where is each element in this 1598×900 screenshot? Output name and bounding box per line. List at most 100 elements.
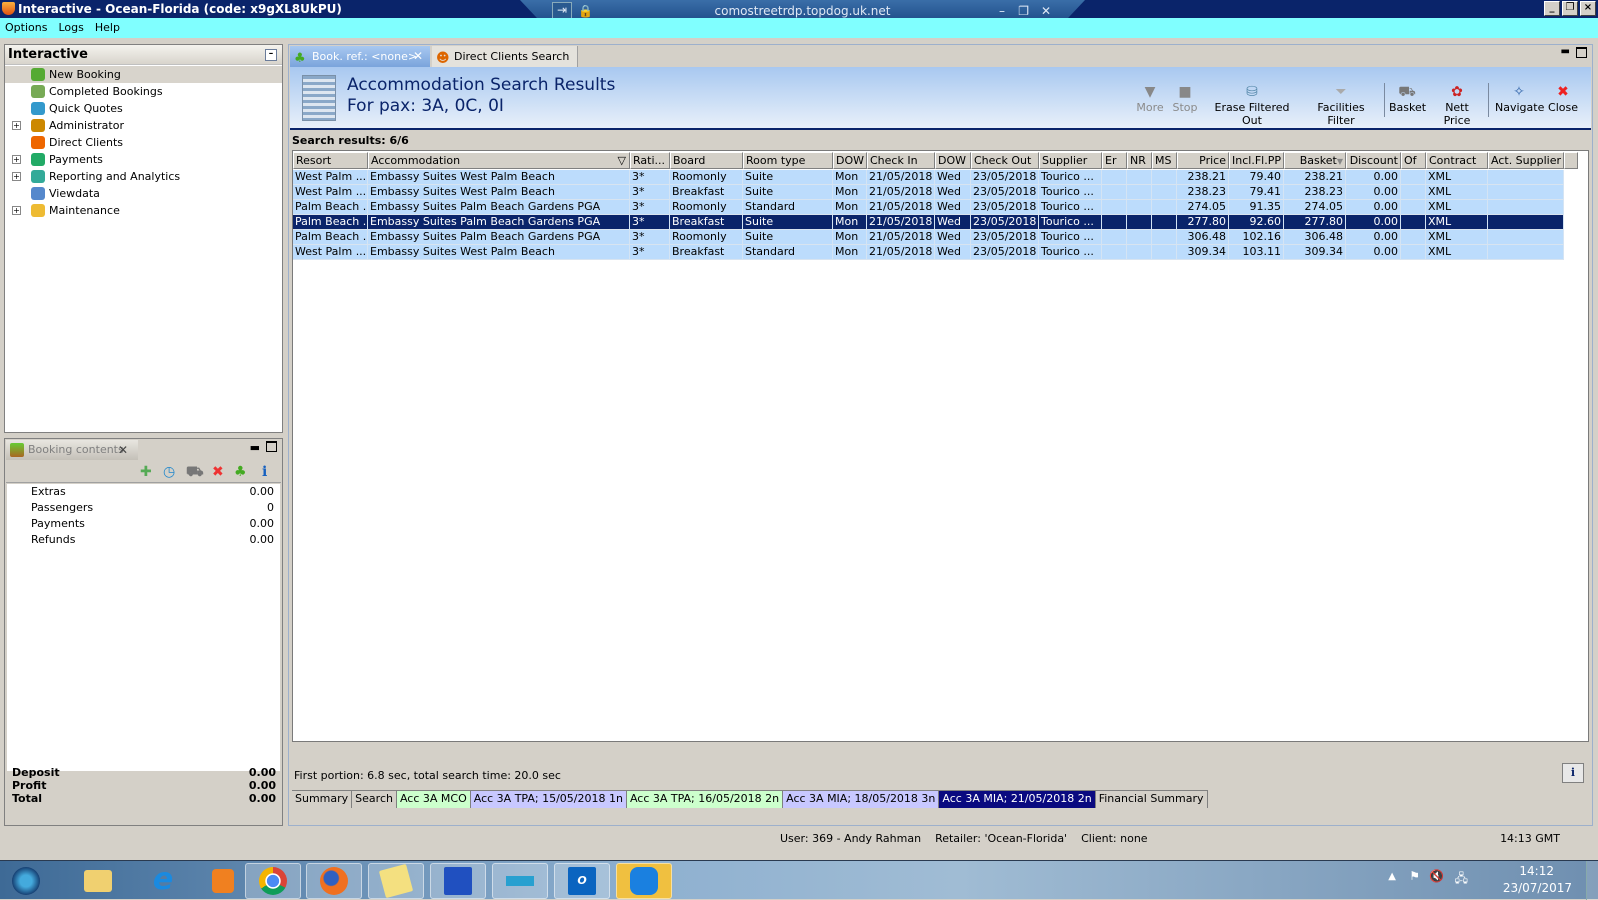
tab-direct-clients-search[interactable]: ☻ Direct Clients Search [432, 46, 578, 67]
close-window-button[interactable]: × [1580, 1, 1596, 16]
network-icon[interactable]: 🖧 [1455, 869, 1468, 890]
column-header-contract[interactable]: Contract [1426, 152, 1488, 169]
restore-button[interactable]: ❐ [1562, 1, 1578, 16]
tray-date[interactable]: 23/07/2017 [1503, 881, 1572, 895]
column-header-board[interactable]: Board [670, 152, 743, 169]
column-header-basket[interactable]: Basket▼ [1284, 152, 1346, 169]
basket-forward-icon[interactable]: ⛟ [186, 464, 204, 482]
column-header-check-in[interactable]: Check In [867, 152, 935, 169]
pin-icon[interactable]: ⇥ [552, 2, 572, 19]
menu-help[interactable]: Help [95, 21, 120, 34]
close-tab-icon[interactable]: ✕ [413, 46, 423, 67]
column-header-resort[interactable]: Resort [293, 152, 368, 169]
booking-contents-tab[interactable]: Booking contents ✕ [6, 440, 138, 460]
minimize-icon[interactable]: ▬ [1561, 46, 1570, 57]
outlook-taskbar-icon[interactable]: O [554, 863, 610, 899]
firefox-taskbar-icon[interactable] [306, 863, 362, 899]
tray-time[interactable]: 14:12 [1519, 864, 1554, 878]
maximize-icon[interactable] [1576, 47, 1587, 58]
nav-item-reporting-and-analytics[interactable]: + Reporting and Analytics [5, 168, 282, 185]
bottom-tab-acc-3a-mco[interactable]: Acc 3A MCO [396, 791, 471, 808]
column-header-accommodation[interactable]: Accommodation ▽ [368, 152, 630, 169]
column-header-price[interactable]: Price [1177, 152, 1229, 169]
column-header-incl-fl-pp[interactable]: Incl.Fl.PP [1229, 152, 1284, 169]
table-row[interactable]: West Palm ... Embassy Suites West Palm Be… [293, 185, 1564, 200]
nav-item-direct-clients[interactable]: Direct Clients [5, 134, 282, 151]
column-header-ms[interactable]: MS [1152, 152, 1177, 169]
nav-item-payments[interactable]: + Payments [5, 151, 282, 168]
explorer-taskbar-icon[interactable] [70, 863, 126, 899]
column-header-er[interactable]: Er [1102, 152, 1127, 169]
table-cell: Wed [935, 170, 971, 185]
info-button[interactable]: i [1562, 763, 1584, 783]
bottom-tab-acc-3a-tpa-15-05-2018-1n[interactable]: Acc 3A TPA; 15/05/2018 1n [470, 791, 627, 808]
table-row[interactable]: Palm Beach ... Embassy Suites Palm Beach … [293, 215, 1564, 230]
expand-icon[interactable]: + [12, 206, 21, 215]
column-header-supplier[interactable]: Supplier [1039, 152, 1102, 169]
expand-icon[interactable]: + [12, 121, 21, 130]
menu-options[interactable]: Options [5, 21, 47, 34]
start-button[interactable] [2, 863, 50, 899]
column-header-room-type[interactable]: Room type [743, 152, 833, 169]
table-cell: Standard [743, 245, 833, 260]
action-center-flag-icon[interactable]: ⚑ [1409, 869, 1420, 883]
menu-logs[interactable]: Logs [58, 21, 83, 34]
column-header-nr[interactable]: NR [1127, 152, 1152, 169]
info-icon[interactable]: i [262, 464, 267, 480]
add-icon[interactable]: ✚ [140, 464, 152, 480]
toolbar-basket-button[interactable]: ⛟ Basket [1389, 83, 1426, 114]
tab-booking-ref[interactable]: ♣ Book. ref.: <none> ✕ [290, 46, 430, 67]
table-row[interactable]: Palm Beach ... Embassy Suites Palm Beach … [293, 200, 1564, 215]
sticky-notes-taskbar-icon[interactable] [368, 863, 424, 899]
nav-item-completed-bookings[interactable]: Completed Bookings [5, 83, 282, 100]
column-header-discount[interactable]: Discount [1346, 152, 1401, 169]
show-hidden-icons[interactable]: ▲ [1388, 871, 1396, 882]
column-header-check-out[interactable]: Check Out [971, 152, 1039, 169]
close-tab-icon[interactable]: ✕ [118, 440, 128, 460]
toolbar-close-button[interactable]: ✖ Close [1548, 83, 1578, 114]
volume-muted-icon[interactable]: 🔇 [1429, 869, 1444, 883]
app-layers-taskbar-icon[interactable] [492, 863, 548, 899]
toolbar-nett-price-button[interactable]: ✿ Nett Price [1431, 83, 1483, 127]
bottom-tab-acc-3a-tpa-16-05-2018-2n[interactable]: Acc 3A TPA; 16/05/2018 2n [626, 791, 784, 808]
bottom-tab-acc-3a-mia-18-05-2018-3n[interactable]: Acc 3A MIA; 18/05/2018 3n [783, 791, 940, 808]
bottom-tab-financial-summary[interactable]: Financial Summary [1095, 791, 1208, 808]
toolbar-facilities-filter-button[interactable]: ⏷ Facilities Filter [1305, 83, 1377, 127]
nav-item-administrator[interactable]: + Administrator [5, 117, 282, 134]
bottom-tab-acc-3a-mia-21-05-2018-2n[interactable]: Acc 3A MIA; 21/05/2018 2n [939, 791, 1096, 808]
clock-refresh-icon[interactable]: ◷ [163, 464, 175, 480]
palm-tree-icon[interactable]: ♣ [234, 464, 247, 480]
column-header-dow[interactable]: DOW [935, 152, 971, 169]
column-header-of[interactable]: Of [1401, 152, 1426, 169]
maximize-icon[interactable] [266, 441, 277, 452]
media-player-taskbar-icon[interactable] [195, 863, 251, 899]
toolbar-erase-filtered-out-button[interactable]: ⛁ Erase Filtered Out [1206, 83, 1298, 127]
expand-icon[interactable]: + [12, 172, 21, 181]
remote-desktop-taskbar-icon[interactable] [430, 863, 486, 899]
bottom-tab-summary[interactable]: Summary [292, 791, 353, 808]
filter-icon[interactable]: ▽ [618, 153, 626, 168]
nav-item-maintenance[interactable]: + Maintenance [5, 202, 282, 219]
minimize-panel-button[interactable]: – [265, 49, 277, 61]
column-header-rati-[interactable]: Rati... [630, 152, 670, 169]
chrome-taskbar-icon[interactable] [245, 863, 301, 899]
nav-item-new-booking[interactable]: New Booking [5, 66, 282, 83]
interactive-app-taskbar-icon[interactable] [616, 863, 672, 899]
bottom-tab-search[interactable]: Search [352, 791, 397, 808]
expand-icon[interactable]: + [12, 155, 21, 164]
table-row[interactable]: West Palm ... Embassy Suites West Palm Be… [293, 170, 1564, 185]
nav-item-viewdata[interactable]: Viewdata [5, 185, 282, 202]
toolbar-navigate-button[interactable]: ✧ Navigate [1495, 83, 1544, 114]
column-header-act-supplier[interactable]: Act. Supplier [1488, 152, 1564, 169]
internet-explorer-taskbar-icon[interactable]: e [135, 863, 191, 899]
minimize-icon[interactable]: ▬ [250, 441, 260, 454]
sort-desc-icon[interactable]: ▼ [1337, 157, 1343, 166]
show-desktop-button[interactable] [1586, 861, 1598, 900]
minimize-button[interactable]: _ [1544, 1, 1560, 16]
column-header-label: Incl.Fl.PP [1232, 154, 1281, 167]
table-row[interactable]: West Palm ... Embassy Suites West Palm Be… [293, 245, 1564, 260]
delete-icon[interactable]: ✖ [212, 464, 224, 480]
table-row[interactable]: Palm Beach ... Embassy Suites Palm Beach … [293, 230, 1564, 245]
column-header-dow[interactable]: DOW [833, 152, 867, 169]
nav-item-quick-quotes[interactable]: Quick Quotes [5, 100, 282, 117]
